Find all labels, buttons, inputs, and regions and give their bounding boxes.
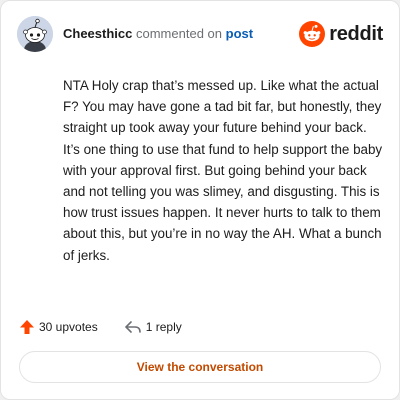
post-link[interactable]: post: [226, 26, 253, 41]
upvote-button[interactable]: 30 upvotes: [19, 319, 98, 335]
action-text: commented on: [136, 26, 222, 41]
reply-count: 1 reply: [145, 320, 182, 334]
comment-meta: Cheesthicc commented on post: [63, 26, 253, 41]
comment-header: Cheesthicc commented on post reddit: [17, 16, 383, 54]
reddit-alien-icon: [299, 21, 326, 47]
comment-card: Cheesthicc commented on post reddit NTA …: [0, 0, 400, 400]
username[interactable]: Cheesthicc: [63, 26, 132, 41]
reddit-wordmark: reddit: [329, 22, 383, 45]
snoo-avatar-icon: [17, 16, 53, 52]
user-avatar[interactable]: [17, 16, 53, 52]
reply-button[interactable]: 1 reply: [124, 319, 182, 335]
upvote-arrow-icon: [20, 320, 34, 334]
comment-body: NTA Holy crap that’s messed up. Like wha…: [63, 78, 383, 263]
view-conversation-button[interactable]: View the conversation: [19, 351, 381, 383]
reddit-logo[interactable]: reddit: [299, 20, 383, 48]
reply-arrow-icon: [124, 321, 141, 333]
upvote-count: 30 upvotes: [39, 320, 98, 334]
comment-actions: 30 upvotes 1 reply: [19, 317, 182, 337]
